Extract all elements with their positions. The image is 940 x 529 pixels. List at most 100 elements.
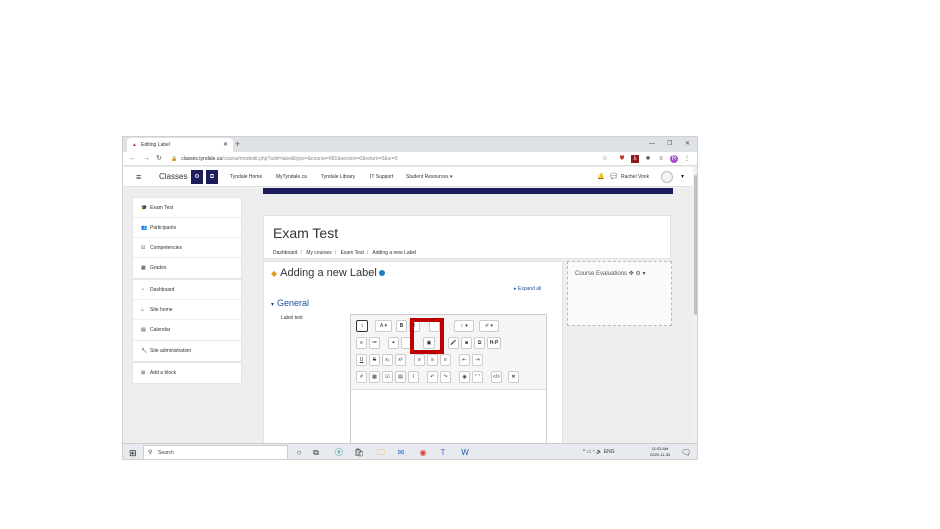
accessibility-checker-button[interactable]: ◉ [459, 371, 470, 383]
nav-link-student-resources[interactable]: Student Resources ▾ [406, 170, 452, 184]
minimize-icon[interactable]: — [649, 137, 655, 152]
puzzle-icon[interactable]: ✱ [644, 155, 652, 163]
mail-icon[interactable]: ✉ [395, 447, 407, 459]
forward-arrow-icon[interactable]: → [143, 152, 150, 166]
record-video-button[interactable]: ■ [461, 337, 472, 349]
strikethrough-button[interactable]: S [369, 354, 380, 366]
manage-files-button[interactable]: ⧉ [474, 337, 485, 349]
html-button[interactable]: </> [491, 371, 502, 383]
close-window-icon[interactable]: ✕ [685, 137, 690, 152]
paragraph-styles-button[interactable]: A ▾ [375, 320, 392, 332]
page-scrollbar[interactable] [693, 167, 697, 443]
star-icon[interactable]: ☆ [601, 155, 609, 163]
move-icon[interactable]: ✥ [629, 271, 634, 277]
chrome-icon[interactable]: ◉ [417, 447, 429, 459]
redo-button[interactable]: ↷ [440, 371, 451, 383]
chat-icon[interactable]: 💬 [610, 170, 617, 184]
equation-editor-button[interactable]: # [356, 371, 367, 383]
sidebar-item-exam-test[interactable]: 🎓 Exam Test [133, 198, 241, 218]
scrollbar-thumb[interactable] [694, 175, 697, 315]
taskbar-clock[interactable]: 11:03 AM 2020-11-30 [650, 446, 670, 458]
cortana-icon[interactable]: ○ [293, 447, 305, 459]
sidebar-item-add-block[interactable]: ⊞ Add a block [133, 363, 241, 383]
battery-icon[interactable]: ▭ [587, 449, 592, 455]
outdent-button[interactable]: ⇤ [459, 354, 470, 366]
store-icon[interactable]: 🛍 [353, 447, 365, 459]
edge-icon[interactable]: ⓔ [333, 447, 345, 459]
breadcrumb-my-courses[interactable]: My courses [306, 250, 332, 256]
link-button[interactable]: ⚭ [388, 337, 399, 349]
equation-button[interactable]: ✐ ▾ [479, 320, 499, 332]
site-brand[interactable]: Classes [159, 170, 187, 184]
undo-button[interactable]: ↶ [427, 371, 438, 383]
subscript-button[interactable]: x₂ [382, 354, 393, 366]
insert-table-button[interactable]: ▦ [369, 371, 380, 383]
align-right-button[interactable]: ≡ [440, 354, 451, 366]
superscript-button[interactable]: x² [395, 354, 406, 366]
align-center-button[interactable]: ≡ [427, 354, 438, 366]
sidebar-item-grades[interactable]: ▦ Grades [133, 258, 241, 278]
nav-link-mytyndale[interactable]: MyTyndale.ca [276, 170, 307, 184]
profile-icon[interactable]: R [670, 155, 678, 163]
new-tab-button[interactable]: + [235, 137, 240, 152]
wifi-icon[interactable]: ◜ [593, 449, 595, 455]
shield-extension-icon[interactable]: ⛊ [618, 155, 626, 163]
user-menu-chevron-icon[interactable]: ▾ [681, 170, 684, 184]
back-arrow-icon[interactable]: ← [129, 152, 136, 166]
sidebar-item-site-administration[interactable]: 🔧 Site administration [133, 341, 241, 361]
settings-nav-icon[interactable]: ⚙ [191, 170, 203, 184]
unordered-list-button[interactable]: ≡ [356, 337, 367, 349]
gear-icon[interactable]: ⚙ ▾ [635, 271, 645, 277]
indent-button[interactable]: ⇥ [472, 354, 483, 366]
align-left-button[interactable]: ≡ [414, 354, 425, 366]
volume-icon[interactable]: 🔈 [596, 449, 602, 455]
help-icon[interactable] [378, 270, 385, 276]
breadcrumb-exam-test[interactable]: Exam Test [341, 250, 364, 256]
teams-icon[interactable]: T [437, 447, 449, 459]
kebab-menu-icon[interactable]: ⋮ [683, 155, 691, 163]
tray-chevron-icon[interactable]: ^ [583, 449, 585, 455]
restore-icon[interactable]: ❐ [667, 137, 672, 152]
task-view-icon[interactable]: ⧉ [310, 447, 322, 459]
taskbar-search-input[interactable]: ⚲ Search [143, 445, 288, 459]
file-explorer-icon[interactable]: 🗀 [375, 447, 387, 459]
browser-tab[interactable]: ▲ Editing Label ✕ [127, 138, 233, 152]
hamburger-icon[interactable]: ≡ [136, 170, 141, 184]
ordered-list-button[interactable]: ≔ [369, 337, 380, 349]
nav-link-it-support[interactable]: IT Support [370, 170, 393, 184]
nav-link-tyndale-home[interactable]: Tyndale Home [230, 170, 262, 184]
sitemap-nav-icon[interactable]: ⧉ [206, 170, 218, 184]
show-more-buttons-button[interactable]: i [356, 320, 368, 332]
underline-button[interactable]: U [356, 354, 367, 366]
windows-start-icon[interactable]: ⊞ [129, 447, 137, 459]
nav-link-library[interactable]: Tyndale Library [321, 170, 355, 184]
expand-all-link[interactable]: ▸ Expand all [514, 286, 541, 292]
breadcrumb-dashboard[interactable]: Dashboard [273, 250, 297, 256]
avatar[interactable] [661, 171, 673, 183]
h5p-button[interactable]: H-P [487, 337, 501, 349]
screenreader-helper-button[interactable]: ⌜⌝ [472, 371, 483, 383]
clear-formatting-button[interactable]: I [408, 371, 419, 383]
character-map-button[interactable]: ☑ [382, 371, 393, 383]
reload-icon[interactable]: ↻ [156, 152, 162, 166]
user-name[interactable]: Rachel Vonk [621, 170, 649, 184]
bell-icon[interactable]: 🔔 [597, 170, 604, 184]
reading-list-icon[interactable]: ≡ [657, 155, 665, 163]
fullscreen-button[interactable]: ✕ [508, 371, 519, 383]
section-general[interactable]: ▾ General [271, 298, 309, 308]
sidebar-item-site-home[interactable]: ⌂ Site home [133, 300, 241, 320]
url-field[interactable]: 🔒 classes.tyndale.ca/course/modedit.php?a… [171, 154, 591, 164]
close-tab-icon[interactable]: ✕ [223, 138, 228, 152]
table-button[interactable]: ▤ [395, 371, 406, 383]
sidebar-item-dashboard[interactable]: ◔ Dashboard [133, 280, 241, 300]
input-language[interactable]: ENG [604, 449, 615, 455]
bold-button[interactable]: B [396, 320, 407, 332]
record-audio-button[interactable]: 🎤 [448, 337, 459, 349]
extension-icon[interactable]: λ [631, 155, 639, 163]
sidebar-item-competencies[interactable]: ☑ Competencies [133, 238, 241, 258]
sidebar-item-participants[interactable]: 👥 Participants [133, 218, 241, 238]
word-icon[interactable]: W [459, 447, 471, 459]
accessibility-button[interactable]: ♀ ▾ [454, 320, 474, 332]
notification-center-icon[interactable]: 🗨 [681, 447, 691, 459]
sidebar-item-calendar[interactable]: ▤ Calendar [133, 320, 241, 340]
